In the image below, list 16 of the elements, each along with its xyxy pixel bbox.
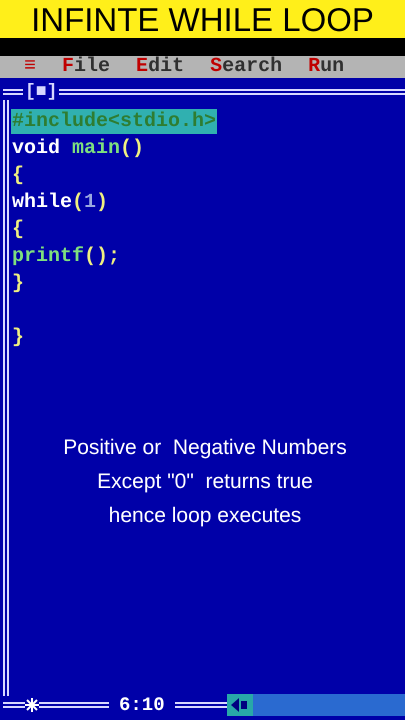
- window-border: [174, 702, 227, 708]
- menu-item[interactable]: Search: [210, 57, 282, 77]
- caption-text: Positive or Negative Numbers: [63, 435, 347, 461]
- menu-item[interactable]: Edit: [136, 57, 184, 77]
- menu-item[interactable]: File: [62, 57, 110, 77]
- cursor-position: 6:10: [118, 696, 166, 714]
- caption-text: hence loop executes: [108, 503, 302, 529]
- window-border: [39, 702, 109, 708]
- star-icon: [25, 698, 39, 712]
- window-border: [3, 89, 23, 95]
- horizontal-scrollbar[interactable]: [226, 694, 405, 716]
- window-border: [3, 702, 25, 708]
- close-box[interactable]: [■]: [23, 83, 60, 101]
- caption-text: Except "0" returns true: [97, 469, 313, 495]
- video-title: INFINTE WHILE LOOP: [31, 2, 374, 36]
- menu-item[interactable]: Run: [308, 57, 344, 77]
